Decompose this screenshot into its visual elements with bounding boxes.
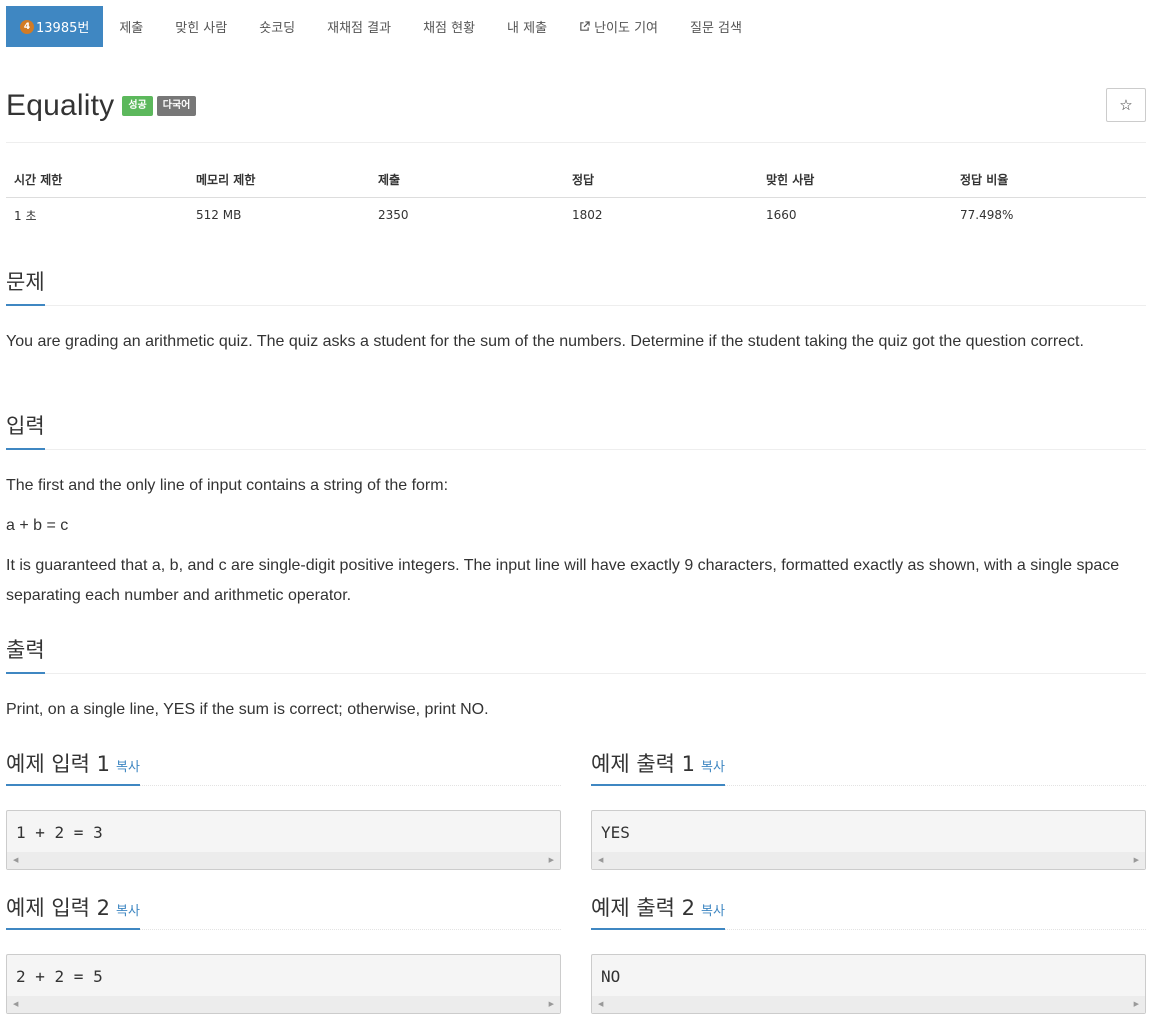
scroll-left-icon[interactable]: ◀ — [13, 856, 18, 864]
value-accept-ratio: 77.498% — [960, 208, 1014, 223]
header-accepted: 정답 — [564, 162, 758, 198]
nav-difficulty-contribution[interactable]: 난이도 기여 — [563, 6, 674, 47]
sample-input-1-heading: 예제 입력 1 복사 — [6, 748, 561, 786]
problem-title-row: Equality 성공 다국어 — [6, 89, 197, 123]
scroll-left-icon[interactable]: ◀ — [598, 1000, 603, 1008]
scroll-right-icon[interactable]: ▶ — [549, 1000, 554, 1008]
divider — [6, 142, 1146, 143]
value-time-limit: 1 초 — [14, 208, 37, 223]
nav-solved-users[interactable]: 맞힌 사람 — [159, 6, 243, 47]
sample-output-1-heading: 예제 출력 1 복사 — [591, 748, 1146, 786]
input-heading: 입력 — [6, 410, 45, 450]
value-solved-users: 1660 — [766, 208, 797, 223]
output-section-heading: 출력 — [6, 634, 1146, 674]
table-row: 1 초 512 MB 2350 1802 1660 77.498% — [6, 197, 1146, 233]
sample-input-1-box: 1 + 2 = 3 ◀ ▶ — [6, 810, 561, 870]
sample-input-2-box: 2 + 2 = 5 ◀ ▶ — [6, 954, 561, 1014]
header-submissions: 제출 — [370, 162, 564, 198]
nav-short-coding[interactable]: 숏코딩 — [243, 6, 311, 47]
sample-output-2-title: 예제 출력 2 — [591, 896, 695, 920]
input-description-3: It is guaranteed that a, b, and c are si… — [6, 557, 1120, 604]
value-submissions: 2350 — [378, 208, 409, 223]
horizontal-scrollbar[interactable]: ◀ ▶ — [592, 852, 1145, 869]
table-header-row: 시간 제한 메모리 제한 제출 정답 맞힌 사람 정답 비율 — [6, 162, 1146, 198]
horizontal-scrollbar[interactable]: ◀ ▶ — [592, 996, 1145, 1013]
header-accept-ratio: 정답 비율 — [952, 162, 1146, 198]
sample-input-1-code: 1 + 2 = 3 — [16, 823, 103, 842]
copy-button[interactable]: 복사 — [701, 904, 725, 919]
problem-description: You are grading an arithmetic quiz. The … — [6, 333, 1084, 350]
sample-input-1-title: 예제 입력 1 — [6, 752, 110, 776]
header-solved-users: 맞힌 사람 — [758, 162, 952, 198]
external-link-icon — [580, 21, 590, 31]
sample-input-2-title-wrap: 예제 입력 2 복사 — [6, 892, 140, 930]
scroll-right-icon[interactable]: ▶ — [1134, 856, 1139, 864]
nav-difficulty-label: 난이도 기여 — [594, 21, 658, 36]
sample-output-2-box: NO ◀ ▶ — [591, 954, 1146, 1014]
problem-info-table: 시간 제한 메모리 제한 제출 정답 맞힌 사람 정답 비율 1 초 512 M… — [6, 162, 1146, 233]
language-badge: 다국어 — [156, 96, 197, 116]
problem-section-heading: 문제 — [6, 266, 1146, 306]
favorite-star-button[interactable]: ☆ — [1106, 88, 1146, 122]
nav-rejudge-results[interactable]: 재채점 결과 — [311, 6, 407, 47]
input-section-heading: 입력 — [6, 410, 1146, 450]
sample-output-1-title-wrap: 예제 출력 1 복사 — [591, 748, 725, 786]
sample-input-2-heading: 예제 입력 2 복사 — [6, 892, 561, 930]
header-time-limit: 시간 제한 — [6, 162, 188, 198]
sample-input-2-code: 2 + 2 = 5 — [16, 967, 103, 986]
tier-badge-icon: 4 — [20, 19, 34, 34]
scroll-left-icon[interactable]: ◀ — [13, 1000, 18, 1008]
scroll-left-icon[interactable]: ◀ — [598, 856, 603, 864]
header-memory-limit: 메모리 제한 — [188, 162, 370, 198]
output-heading: 출력 — [6, 634, 45, 674]
value-memory-limit: 512 MB — [196, 208, 242, 223]
scroll-right-icon[interactable]: ▶ — [549, 856, 554, 864]
problem-number-label: 13985번 — [36, 21, 90, 36]
problem-nav: 4 13985번 제출 맞힌 사람 숏코딩 재채점 결과 채점 현황 내 제출 … — [6, 6, 758, 47]
nav-my-submissions[interactable]: 내 제출 — [491, 6, 563, 47]
input-description-1: The first and the only line of input con… — [6, 477, 449, 494]
nav-status[interactable]: 채점 현황 — [407, 6, 491, 47]
sample-output-1-code: YES — [601, 823, 630, 842]
output-description: Print, on a single line, YES if the sum … — [6, 701, 489, 718]
sample-input-2-title: 예제 입력 2 — [6, 896, 110, 920]
horizontal-scrollbar[interactable]: ◀ ▶ — [7, 852, 560, 869]
nav-question-search[interactable]: 질문 검색 — [674, 6, 758, 47]
copy-button[interactable]: 복사 — [116, 760, 140, 775]
input-description-2: a + b = c — [6, 517, 69, 534]
copy-button[interactable]: 복사 — [701, 760, 725, 775]
sample-output-1-box: YES ◀ ▶ — [591, 810, 1146, 870]
sample-output-2-heading: 예제 출력 2 복사 — [591, 892, 1146, 930]
value-accepted: 1802 — [572, 208, 603, 223]
horizontal-scrollbar[interactable]: ◀ ▶ — [7, 996, 560, 1013]
copy-button[interactable]: 복사 — [116, 904, 140, 919]
status-badge: 성공 — [122, 96, 153, 116]
sample-output-2-title-wrap: 예제 출력 2 복사 — [591, 892, 725, 930]
nav-problem-number[interactable]: 4 13985번 — [6, 6, 104, 47]
problem-heading: 문제 — [6, 266, 45, 306]
sample-output-2-code: NO — [601, 967, 621, 986]
sample-input-1-title-wrap: 예제 입력 1 복사 — [6, 748, 140, 786]
page-title: Equality — [6, 89, 115, 122]
sample-output-1-title: 예제 출력 1 — [591, 752, 695, 776]
nav-submit[interactable]: 제출 — [103, 6, 159, 47]
scroll-right-icon[interactable]: ▶ — [1134, 1000, 1139, 1008]
